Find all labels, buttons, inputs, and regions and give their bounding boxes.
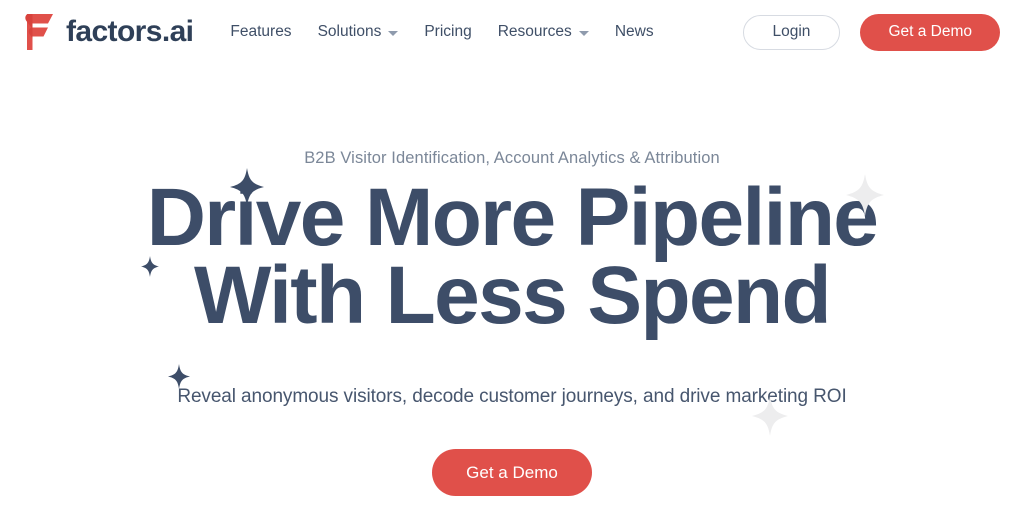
chevron-down-icon bbox=[388, 30, 399, 36]
nav-item-resources[interactable]: Resources bbox=[485, 15, 602, 49]
get-a-demo-button-header[interactable]: Get a Demo bbox=[860, 13, 1000, 51]
headline-line-2: With Less Spend bbox=[194, 249, 831, 341]
site-header: factors.ai Features Solutions Pricing Re… bbox=[0, 0, 1024, 64]
nav-item-features[interactable]: Features bbox=[217, 15, 304, 49]
nav-item-label: Pricing bbox=[424, 23, 472, 40]
factors-f-logo-icon bbox=[22, 12, 56, 52]
brand-name: factors.ai bbox=[66, 15, 194, 48]
hero-subheadline: Reveal anonymous visitors, decode custom… bbox=[177, 386, 847, 407]
login-button[interactable]: Login bbox=[742, 14, 841, 50]
nav-item-pricing[interactable]: Pricing bbox=[411, 15, 484, 49]
hero-cta-container: Get a Demo bbox=[0, 449, 1024, 496]
nav-item-label: Features bbox=[230, 23, 292, 40]
nav-item-label: Solutions bbox=[317, 23, 382, 40]
landing-page: factors.ai Features Solutions Pricing Re… bbox=[0, 0, 1024, 522]
primary-nav: Features Solutions Pricing Resources New… bbox=[217, 15, 666, 49]
chevron-down-icon bbox=[578, 30, 589, 36]
hero-eyebrow: B2B Visitor Identification, Account Anal… bbox=[304, 149, 720, 167]
hero-section: B2B Visitor Identification, Account Anal… bbox=[0, 64, 1024, 522]
brand-logo-link[interactable]: factors.ai bbox=[22, 12, 194, 52]
page-title: Drive More Pipeline With Less Spend bbox=[0, 172, 1024, 341]
headline-line-1: Drive More Pipeline bbox=[146, 172, 879, 263]
nav-item-label: News bbox=[614, 23, 654, 40]
nav-item-news[interactable]: News bbox=[602, 15, 667, 49]
get-a-demo-button-hero[interactable]: Get a Demo bbox=[432, 449, 592, 496]
header-actions: Login Get a Demo bbox=[742, 13, 1000, 51]
nav-item-label: Resources bbox=[497, 23, 572, 40]
nav-item-solutions[interactable]: Solutions bbox=[305, 15, 412, 49]
